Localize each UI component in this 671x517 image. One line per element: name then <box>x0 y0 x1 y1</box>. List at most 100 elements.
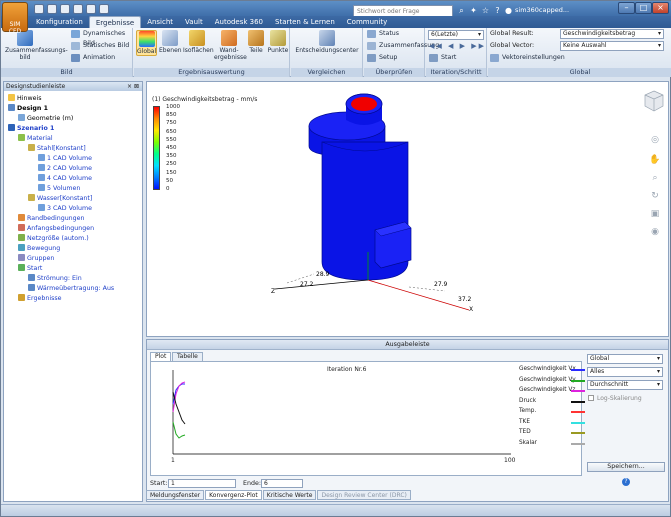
tab-community[interactable]: Community <box>341 16 394 28</box>
tree-item[interactable]: Design 1 <box>8 104 48 113</box>
points-button[interactable]: Punkte <box>267 30 289 54</box>
parts-select[interactable]: Alles <box>587 367 663 377</box>
tree-item[interactable]: 2 CAD Volume <box>38 164 92 173</box>
global-button[interactable]: Global <box>136 30 157 56</box>
checkbox-box[interactable] <box>588 395 594 401</box>
parts-button[interactable]: Teile <box>246 30 266 54</box>
tab-plot[interactable]: Plot <box>150 352 172 361</box>
save-button[interactable]: Speichern... <box>587 462 665 472</box>
start-button[interactable]: Start <box>429 53 456 63</box>
tab-table[interactable]: Tabelle <box>172 352 203 361</box>
redo-icon[interactable] <box>86 4 96 14</box>
minimize-button[interactable]: – <box>618 2 635 14</box>
start-input[interactable]: 1 <box>168 479 236 488</box>
tree-item[interactable]: Wasser[Konstant] <box>28 194 92 203</box>
tab-vault[interactable]: Vault <box>179 16 209 28</box>
group-bild: Zusammenfassungs-bild Dynamisches Bild S… <box>1 28 133 77</box>
close-button[interactable]: × <box>652 2 669 14</box>
binoculars-icon[interactable]: ⌕ <box>457 6 466 15</box>
bottom-tab[interactable]: Design Review Center (DRC) <box>317 490 411 500</box>
scope-select[interactable]: Global <box>587 354 663 364</box>
tree-item[interactable]: Strömung: Ein <box>28 274 82 283</box>
user-icon[interactable]: ● <box>504 6 513 15</box>
group-label-vergleichen: Vergleichen <box>291 68 362 77</box>
log-scale-checkbox[interactable]: Log-Skalierung <box>588 395 642 402</box>
end-input[interactable]: 6 <box>261 479 303 488</box>
tree-item-label: Strömung: Ein <box>37 275 82 282</box>
new-icon[interactable] <box>34 4 44 14</box>
average-select[interactable]: Durchschnitt <box>587 380 663 390</box>
steering-wheel-icon[interactable]: ◎ <box>649 134 661 146</box>
tree-item-label: 3 CAD Volume <box>47 205 92 212</box>
static-image-button[interactable]: Statisches Bild <box>71 41 129 51</box>
planes-button[interactable]: Ebenen <box>159 30 182 54</box>
playback-controls[interactable]: ◀◀ ◀ ▶ ▶▶ <box>429 42 486 50</box>
global-vector-select[interactable]: Keine Auswahl <box>560 41 664 51</box>
undo-icon[interactable] <box>73 4 83 14</box>
tree-item-label: Ergebnisse <box>27 295 62 302</box>
static-image-icon <box>71 42 80 50</box>
isosurfaces-button[interactable]: Isoflächen <box>183 30 214 54</box>
tree-item[interactable]: Ergebnisse <box>18 294 62 303</box>
tree-item[interactable]: Start <box>18 264 42 273</box>
end-label: Ende: <box>243 480 261 487</box>
communication-icon[interactable]: ☆ <box>481 6 490 15</box>
vector-settings-button[interactable]: Vektoreinstellungen <box>490 53 565 63</box>
global-result-select[interactable]: Geschwindigkeitsbetrag <box>560 29 664 39</box>
pan-icon[interactable]: ✋ <box>649 154 661 166</box>
tree-item[interactable]: Netzgröße (autom.) <box>18 234 89 243</box>
lookat-icon[interactable]: ◉ <box>649 226 661 238</box>
setup-button[interactable]: Setup <box>367 53 397 63</box>
help-icon[interactable]: ? <box>622 478 630 486</box>
print-icon[interactable] <box>99 4 109 14</box>
tree-item[interactable]: Wärmeübertragung: Aus <box>28 284 114 293</box>
tree-item[interactable]: 3 CAD Volume <box>38 204 92 213</box>
application-menu-button[interactable]: SIM CFD <box>2 2 28 35</box>
user-name[interactable]: sim360capped... <box>515 6 569 14</box>
bottom-tab[interactable]: Kritische Werte <box>262 490 317 500</box>
animation-button[interactable]: Animation <box>71 53 115 63</box>
subscription-icon[interactable]: ✦ <box>469 6 478 15</box>
graphics-viewport[interactable]: (1) Geschwindigkeitsbetrag - mm/s 1000 85… <box>146 81 669 337</box>
decision-center-button[interactable]: Entscheidungscenter <box>293 30 361 54</box>
zoom-icon[interactable]: ⌕ <box>649 172 661 184</box>
tree-item[interactable]: 4 CAD Volume <box>38 174 92 183</box>
tree-item[interactable]: Gruppen <box>18 254 54 263</box>
legend-entry-label: TKE <box>519 418 531 425</box>
tab-konfiguration[interactable]: Konfiguration <box>30 16 89 28</box>
tree-item[interactable]: Hinweis <box>8 94 42 103</box>
maximize-button[interactable]: □ <box>635 2 652 14</box>
tree-item[interactable]: Stahl[Konstant] <box>28 144 86 153</box>
look-icon[interactable]: ▣ <box>649 208 661 220</box>
model-view[interactable]: 28.9 27.2 27.9 37.2 X Z <box>147 82 670 338</box>
dynamic-image-button[interactable]: Dynamisches Bild <box>71 29 132 47</box>
bottom-tab[interactable]: Konvergenz-Plot <box>205 490 262 500</box>
iteration-select[interactable]: 6(Letzte) <box>428 30 484 40</box>
save-icon[interactable] <box>60 4 70 14</box>
legend-entry: TKE <box>519 418 585 425</box>
tree-item-label: Design 1 <box>17 105 48 112</box>
tab-starten-lernen[interactable]: Starten & Lernen <box>269 16 341 28</box>
status-button[interactable]: Status <box>367 29 399 39</box>
tree-item[interactable]: 1 CAD Volume <box>38 154 92 163</box>
isosurfaces-label: Isoflächen <box>183 47 214 54</box>
wall-results-button[interactable]: Wand-ergebnisse <box>214 30 247 61</box>
close-panel-icon[interactable]: × ⊠ <box>127 82 139 91</box>
static-image-label: Statisches Bild <box>83 42 130 49</box>
open-icon[interactable] <box>47 4 57 14</box>
tree-item[interactable]: Randbedingungen <box>18 214 85 223</box>
dim-label-b: 27.2 <box>300 281 314 288</box>
tree-item[interactable]: Anfangsbedingungen <box>18 224 94 233</box>
bottom-tab[interactable]: Meldungsfenster <box>146 490 205 500</box>
orbit-icon[interactable]: ↻ <box>649 190 661 202</box>
help-icon[interactable]: ? <box>493 6 502 15</box>
tree-item[interactable]: Material <box>18 134 53 143</box>
tab-ergebnisse[interactable]: Ergebnisse <box>88 16 142 28</box>
tab-ansicht[interactable]: Ansicht <box>141 16 179 28</box>
tree-item[interactable]: 5 Volumen <box>38 184 80 193</box>
tree-item[interactable]: Geometrie (m) <box>18 114 73 123</box>
viewcube-icon[interactable] <box>644 90 664 114</box>
tab-autodesk-360[interactable]: Autodesk 360 <box>209 16 269 28</box>
tree-item[interactable]: Szenario 1 <box>8 124 54 133</box>
tree-item[interactable]: Bewegung <box>18 244 60 253</box>
